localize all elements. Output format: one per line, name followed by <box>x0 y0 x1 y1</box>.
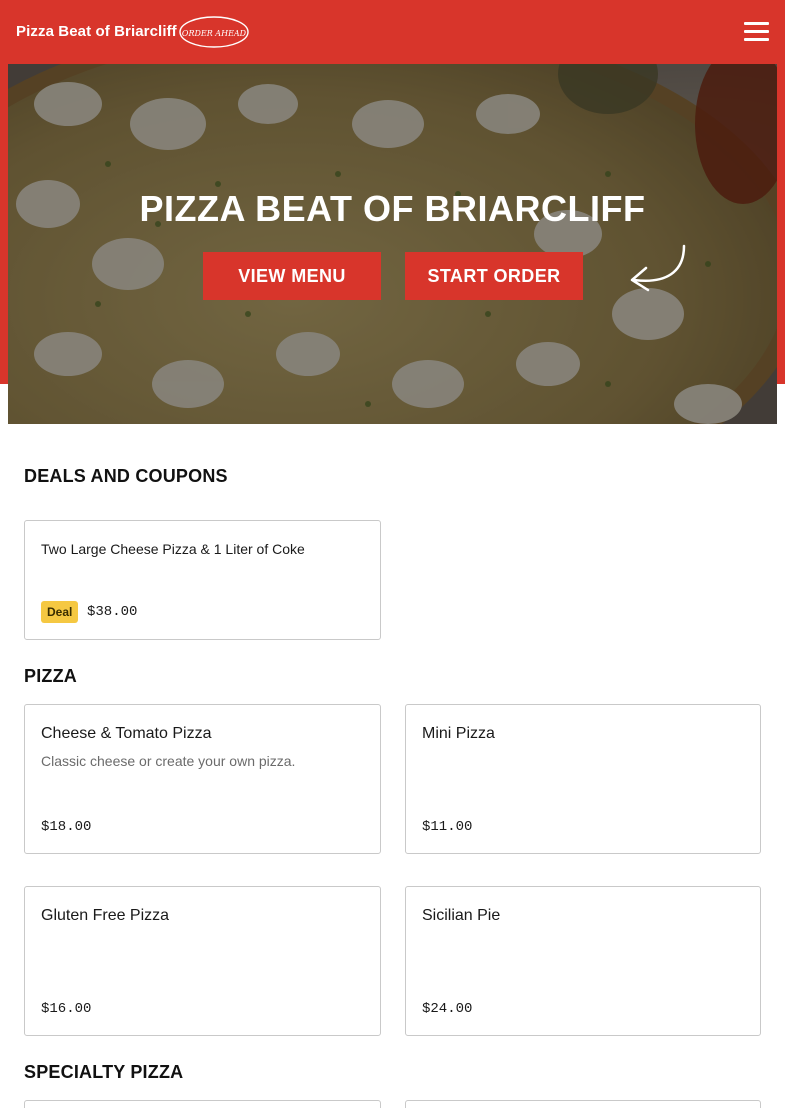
hamburger-menu-icon[interactable] <box>744 22 770 44</box>
item-price: $24.00 <box>422 1001 473 1017</box>
deal-price: $38.00 <box>87 604 138 620</box>
menu-item-card[interactable]: Gluten Free Pizza $16.00 <box>24 886 381 1036</box>
menu-item-card[interactable]: Sicilian Pie $24.00 <box>405 886 761 1036</box>
menu-item-card[interactable]: Mini Pizza $11.00 <box>405 704 761 854</box>
order-ahead-text: ORDER AHEAD <box>182 29 247 38</box>
item-name: Sicilian Pie <box>422 907 501 924</box>
deal-card[interactable]: Two Large Cheese Pizza & 1 Liter of Coke… <box>24 520 381 640</box>
start-order-button[interactable]: START ORDER <box>405 252 583 300</box>
pizza-section-title: PIZZA <box>24 666 77 686</box>
item-description: Classic cheese or create your own pizza. <box>41 753 296 769</box>
curved-arrow-icon <box>630 244 686 292</box>
item-name: Mini Pizza <box>422 725 495 742</box>
view-menu-button[interactable]: VIEW MENU <box>203 252 381 300</box>
item-name: Cheese & Tomato Pizza <box>41 725 212 742</box>
menu-item-card[interactable]: Cheese & Tomato Pizza Classic cheese or … <box>24 704 381 854</box>
deals-section-title: DEALS AND COUPONS <box>24 466 228 486</box>
hero-title: PIZZA BEAT OF BRIARCLIFF <box>139 188 646 229</box>
item-price: $18.00 <box>41 819 92 835</box>
specialty-section-title: SPECIALTY PIZZA <box>24 1062 184 1082</box>
item-price: $16.00 <box>41 1001 92 1017</box>
top-nav: Pizza Beat of Briarcliff ORDER AHEAD <box>0 0 785 64</box>
deal-name: Two Large Cheese Pizza & 1 Liter of Coke <box>41 541 305 557</box>
deal-badge: Deal <box>41 601 79 623</box>
item-price: $11.00 <box>422 819 473 835</box>
order-ahead-logo[interactable]: ORDER AHEAD <box>179 16 249 48</box>
brand-name[interactable]: Pizza Beat of Briarcliff <box>16 23 177 40</box>
hero-banner: PIZZA BEAT OF BRIARCLIFF VIEW MENU START… <box>8 64 777 424</box>
menu-item-card[interactable] <box>24 1100 381 1108</box>
item-name: Gluten Free Pizza <box>41 907 170 924</box>
menu-item-card[interactable] <box>405 1100 761 1108</box>
